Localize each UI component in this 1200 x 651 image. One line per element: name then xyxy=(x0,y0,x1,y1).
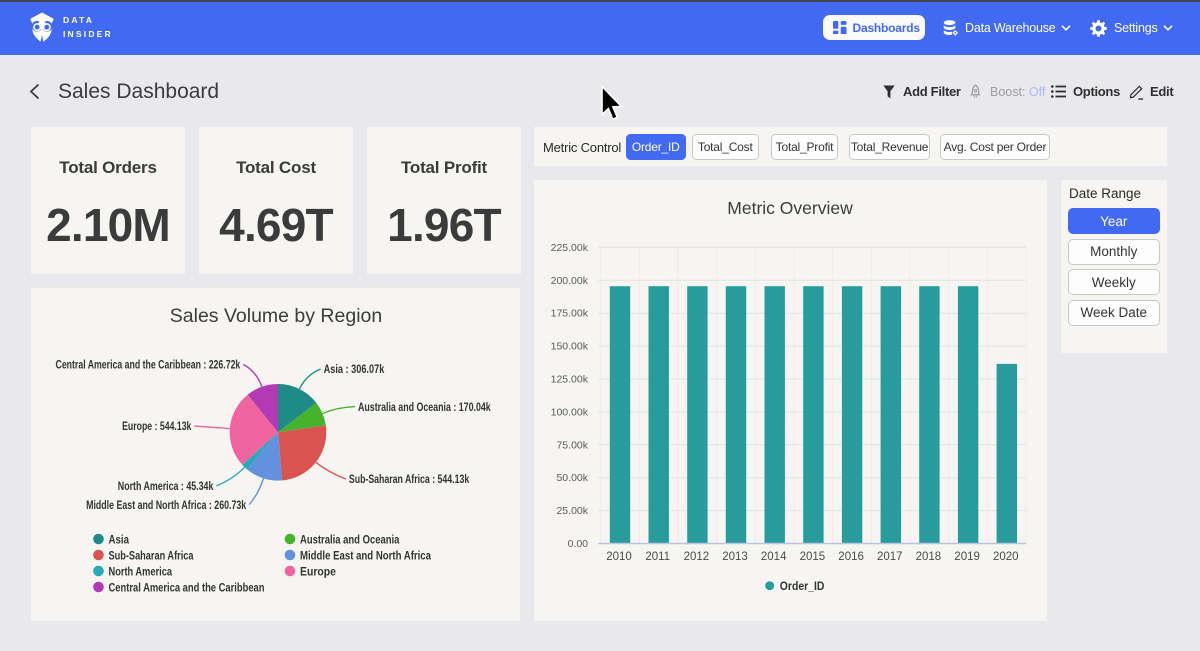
svg-text:Middle East and North Africa :: Middle East and North Africa : 260.73k xyxy=(86,498,246,512)
svg-text:2016: 2016 xyxy=(838,551,864,563)
svg-text:Asia: Asia xyxy=(109,532,130,546)
svg-text:25.00k: 25.00k xyxy=(556,505,588,517)
svg-text:2010: 2010 xyxy=(606,551,632,563)
svg-text:Sub-Saharan Africa : 544.13k: Sub-Saharan Africa : 544.13k xyxy=(349,472,470,486)
svg-text:Metric Overview: Metric Overview xyxy=(727,198,853,218)
svg-text:2015: 2015 xyxy=(800,551,826,563)
svg-text:50.00k: 50.00k xyxy=(556,472,588,484)
svg-text:Australia and Oceania : 170.04: Australia and Oceania : 170.04k xyxy=(358,400,491,414)
svg-text:North America: North America xyxy=(109,564,173,578)
svg-text:Middle East and North Africa: Middle East and North Africa xyxy=(300,548,431,562)
svg-text:75.00k: 75.00k xyxy=(556,439,588,451)
svg-text:Europe : 544.13k: Europe : 544.13k xyxy=(122,419,192,433)
svg-text:150.00k: 150.00k xyxy=(551,341,589,353)
svg-text:Sales Volume by Region: Sales Volume by Region xyxy=(170,305,382,327)
svg-text:Australia and Oceania: Australia and Oceania xyxy=(300,532,400,546)
svg-text:North America : 45.34k: North America : 45.34k xyxy=(118,479,214,493)
svg-text:2017: 2017 xyxy=(877,551,903,563)
svg-text:100.00k: 100.00k xyxy=(551,406,589,418)
svg-text:175.00k: 175.00k xyxy=(551,308,589,320)
svg-text:2014: 2014 xyxy=(761,551,787,563)
svg-text:2011: 2011 xyxy=(645,551,670,563)
svg-text:Central America and the Caribb: Central America and the Caribbean : 226.… xyxy=(56,358,241,372)
svg-text:2012: 2012 xyxy=(684,551,710,563)
svg-text:Order_ID: Order_ID xyxy=(780,579,825,593)
svg-text:2019: 2019 xyxy=(954,551,980,563)
svg-text:Sub-Saharan Africa: Sub-Saharan Africa xyxy=(109,548,194,562)
svg-text:125.00k: 125.00k xyxy=(551,374,589,386)
svg-text:225.00k: 225.00k xyxy=(551,242,589,254)
svg-text:Central America and the Caribb: Central America and the Caribbean xyxy=(109,580,265,594)
svg-text:Asia : 306.07k: Asia : 306.07k xyxy=(324,362,385,376)
svg-text:2020: 2020 xyxy=(993,551,1019,563)
svg-text:0.00: 0.00 xyxy=(568,538,589,550)
svg-text:Europe: Europe xyxy=(300,564,336,578)
svg-text:200.00k: 200.00k xyxy=(551,275,589,287)
svg-text:2013: 2013 xyxy=(722,551,748,563)
svg-text:2018: 2018 xyxy=(916,551,942,563)
